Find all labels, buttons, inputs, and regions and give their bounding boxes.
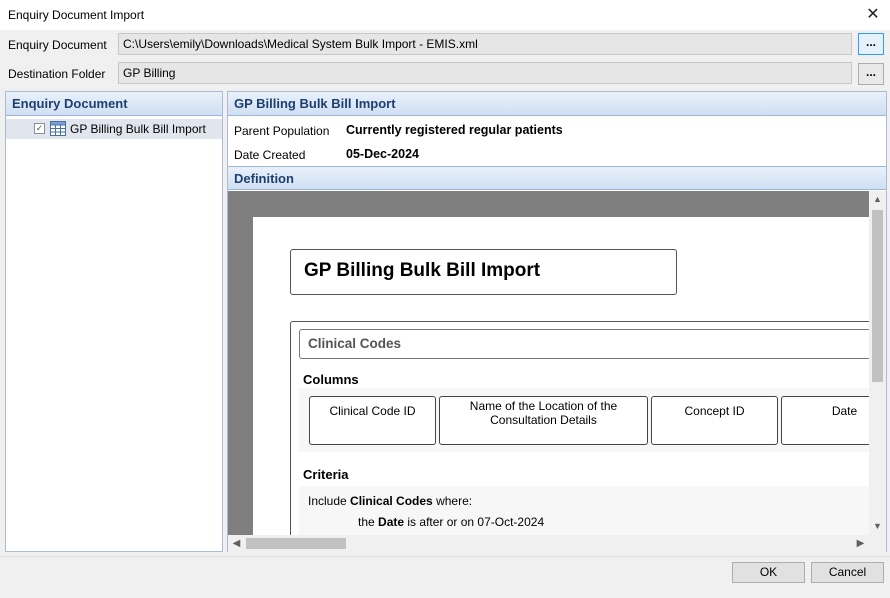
checkbox-icon[interactable]: ✓	[34, 123, 45, 134]
scroll-right-icon[interactable]: ▶	[852, 535, 869, 552]
scroll-down-icon[interactable]: ▼	[869, 518, 886, 535]
enquiry-document-path-field[interactable]: C:\Users\emily\Downloads\Medical System …	[118, 33, 852, 55]
document-title: GP Billing Bulk Bill Import	[290, 249, 677, 295]
criteria-line-2: the Date is after or on 07-Oct-2024	[358, 515, 544, 529]
browse-destination-folder-button[interactable]: ...	[858, 63, 884, 85]
columns-area: Clinical Code ID Name of the Location of…	[299, 388, 886, 452]
horizontal-scroll-thumb[interactable]	[246, 538, 346, 549]
horizontal-scrollbar[interactable]: ◀ ▶	[228, 535, 886, 552]
criteria-entity: Clinical Codes	[350, 494, 433, 508]
scroll-up-icon[interactable]: ▲	[869, 191, 886, 208]
parent-population-label: Parent Population	[234, 124, 330, 138]
criteria-field: Date	[378, 515, 405, 529]
enquiry-document-label: Enquiry Document	[8, 38, 107, 52]
document-details-panel: GP Billing Bulk Bill Import Parent Popul…	[227, 91, 887, 552]
parent-population-value: Currently registered regular patients	[346, 123, 563, 137]
vertical-scroll-thumb[interactable]	[872, 210, 883, 382]
clinical-codes-section: Clinical Codes Columns Clinical Code ID …	[290, 321, 886, 535]
close-icon[interactable]: ✕	[862, 4, 884, 26]
criteria-area: Include Clinical Codes where: the Date i…	[299, 486, 886, 535]
date-created-label: Date Created	[234, 148, 306, 162]
criteria-line-1: Include Clinical Codes where:	[308, 494, 472, 508]
column-box: Concept ID	[651, 396, 778, 445]
definition-viewer[interactable]: GP Billing Bulk Bill Import Clinical Cod…	[228, 191, 886, 535]
definition-header: Definition	[228, 166, 886, 190]
divider	[0, 556, 890, 557]
criteria-text: is after or on 07-Oct-2024	[407, 515, 545, 529]
table-icon	[50, 121, 66, 136]
section-title: Clinical Codes	[299, 329, 886, 359]
columns-label: Columns	[303, 372, 359, 387]
ok-button[interactable]: OK	[732, 562, 805, 583]
cancel-button[interactable]: Cancel	[811, 562, 884, 583]
vertical-scrollbar[interactable]: ▲ ▼	[869, 191, 886, 535]
criteria-text: Include	[308, 494, 347, 508]
column-box: Name of the Location of the Consultation…	[439, 396, 648, 445]
document-page: GP Billing Bulk Bill Import Clinical Cod…	[253, 217, 886, 535]
destination-folder-field[interactable]: GP Billing	[118, 62, 852, 84]
criteria-text: the	[358, 515, 375, 529]
enquiry-document-panel-header: Enquiry Document	[6, 92, 222, 116]
date-created-value: 05-Dec-2024	[346, 147, 419, 161]
criteria-text: where:	[436, 494, 473, 508]
browse-enquiry-document-button[interactable]: ...	[858, 33, 884, 55]
window-title: Enquiry Document Import	[8, 8, 145, 22]
column-box: Clinical Code ID	[309, 396, 436, 445]
scroll-left-icon[interactable]: ◀	[228, 535, 245, 552]
tree-item-label: GP Billing Bulk Bill Import	[70, 122, 206, 136]
title-bar: Enquiry Document Import ✕	[0, 0, 890, 30]
destination-folder-label: Destination Folder	[8, 67, 106, 81]
tree-item-gp-billing[interactable]: ✓ GP Billing Bulk Bill Import	[6, 119, 222, 139]
enquiry-document-panel: Enquiry Document ✓ GP Billing Bulk Bill …	[5, 91, 223, 552]
document-details-header: GP Billing Bulk Bill Import	[228, 92, 886, 116]
criteria-label: Criteria	[303, 467, 349, 482]
